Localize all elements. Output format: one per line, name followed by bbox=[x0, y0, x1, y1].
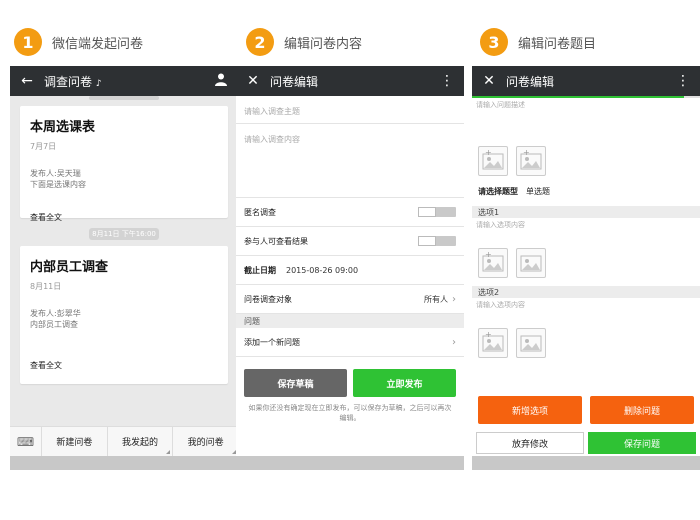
submenu-corner-icon bbox=[166, 450, 171, 454]
read-more-link[interactable]: 查看全文 bbox=[30, 360, 218, 371]
add-question-row[interactable]: 添加一个新问题 › bbox=[236, 328, 464, 357]
step-number: 2 bbox=[246, 28, 274, 56]
survey-card[interactable]: 内部员工调查 8月11日 发布人:彭翠华 内部员工调查 查看全文 bbox=[20, 246, 228, 384]
question-type-row[interactable]: 请选择题型 单选题 bbox=[472, 176, 700, 206]
card-date: 7月7日 bbox=[30, 142, 57, 151]
question-type-value: 单选题 bbox=[526, 186, 550, 196]
step-number: 1 bbox=[14, 28, 42, 56]
step-label: 编辑问卷内容 bbox=[284, 36, 363, 52]
step-number: 3 bbox=[480, 28, 508, 56]
target-row[interactable]: 问卷调查对象 所有人 › bbox=[236, 285, 464, 314]
survey-card[interactable]: 本周选课表 7月7日 发布人:吴天瑞 下面是选课内容 查看全文 bbox=[20, 106, 228, 222]
screen-title: 问卷编辑 bbox=[270, 74, 319, 89]
phone-survey-list: ← 调查问卷 ♪ 本周选课表 7月7日 发布人:吴天瑞 下面是选课内容 查看全文… bbox=[10, 66, 238, 470]
keyboard-icon[interactable]: ⌨ bbox=[10, 427, 42, 456]
tab-my-surveys[interactable]: 我的问卷 bbox=[173, 427, 238, 456]
add-image-icon[interactable]: + bbox=[478, 146, 508, 176]
bottom-strip bbox=[472, 456, 700, 470]
bottom-strip bbox=[10, 456, 238, 470]
svg-text:+: + bbox=[523, 148, 530, 157]
anonymous-label: 匿名调查 bbox=[244, 207, 276, 217]
add-image-icon[interactable]: + bbox=[478, 248, 508, 278]
card-title: 本周选课表 bbox=[30, 120, 96, 135]
participants-view-row: 参与人可查看结果 bbox=[236, 227, 464, 256]
phone-survey-edit: ✕ 问卷编辑 ⋮ 请输入调查主题 请输入调查内容 匿名调查 参与人可查看结果 截… bbox=[236, 66, 464, 470]
bottom-strip bbox=[236, 456, 464, 470]
deadline-label: 截止日期 bbox=[244, 265, 276, 275]
close-icon[interactable]: ✕ bbox=[480, 73, 498, 89]
ear-icon: ♪ bbox=[95, 78, 102, 89]
action-buttons: 保存草稿 立即发布 bbox=[236, 357, 464, 397]
add-image-icon[interactable]: + bbox=[516, 146, 546, 176]
question-description-input[interactable]: 请输入问题描述 bbox=[472, 98, 700, 110]
card-title: 内部员工调查 bbox=[30, 260, 109, 275]
save-draft-button[interactable]: 保存草稿 bbox=[244, 369, 347, 397]
deadline-value: 2015-08-26 09:00 bbox=[286, 265, 359, 275]
card-description: 内部员工调查 bbox=[30, 320, 78, 329]
phone-question-edit: ✕ 问卷编辑 ⋮ 请输入问题描述 + + 请选择题型 单选题 选项1 请输入选项… bbox=[472, 66, 700, 470]
anonymous-row: 匿名调查 bbox=[236, 198, 464, 227]
target-label: 问卷调查对象 bbox=[244, 294, 292, 304]
svg-text:+: + bbox=[485, 148, 492, 157]
deadline-row[interactable]: 截止日期 2015-08-26 09:00 bbox=[236, 256, 464, 285]
step-2-header: 2 编辑问卷内容 bbox=[246, 28, 362, 56]
more-menu-icon[interactable]: ⋮ bbox=[438, 73, 456, 89]
card-publisher: 发布人:吴天瑞 bbox=[30, 169, 81, 178]
option-content-input[interactable]: 请输入选项内容 bbox=[472, 298, 700, 310]
image-picker-row: + bbox=[472, 328, 700, 358]
tab-new-survey[interactable]: 新建问卷 bbox=[42, 427, 108, 456]
add-image-icon[interactable] bbox=[516, 248, 546, 278]
close-icon[interactable]: ✕ bbox=[244, 73, 262, 89]
add-option-button[interactable]: 新增选项 bbox=[478, 396, 582, 424]
option-actions: 新增选项 删除问题 bbox=[472, 396, 700, 424]
chevron-right-icon: › bbox=[452, 336, 456, 348]
read-more-link[interactable]: 查看全文 bbox=[30, 212, 218, 223]
card-publisher: 发布人:彭翠华 bbox=[30, 309, 81, 318]
question-footer: 放弃修改 保存问题 bbox=[472, 432, 700, 454]
top-bar: ← 调查问卷 ♪ bbox=[10, 66, 238, 96]
publish-button[interactable]: 立即发布 bbox=[353, 369, 456, 397]
chevron-right-icon: › bbox=[452, 293, 456, 305]
step-label: 微信端发起问卷 bbox=[52, 36, 144, 52]
anonymous-toggle[interactable] bbox=[418, 207, 456, 217]
card-date: 8月11日 bbox=[30, 282, 62, 291]
section-header: 问题 bbox=[236, 314, 464, 328]
step-1-header: 1 微信端发起问卷 bbox=[14, 28, 143, 56]
question-type-label: 请选择题型 bbox=[478, 186, 518, 196]
more-menu-icon[interactable]: ⋮ bbox=[674, 73, 692, 89]
screen-title: 调查问卷 ♪ bbox=[44, 74, 102, 89]
svg-text:+: + bbox=[485, 330, 492, 339]
save-question-button[interactable]: 保存问题 bbox=[588, 432, 696, 454]
add-image-icon[interactable]: + bbox=[478, 328, 508, 358]
top-bar: ✕ 问卷编辑 ⋮ bbox=[236, 66, 464, 96]
option-content-input[interactable]: 请输入选项内容 bbox=[472, 218, 700, 230]
add-image-icon[interactable] bbox=[516, 328, 546, 358]
screen-title: 问卷编辑 bbox=[506, 74, 555, 89]
profile-icon[interactable] bbox=[212, 72, 230, 90]
card-description: 下面是选课内容 bbox=[30, 180, 86, 189]
survey-content-input[interactable]: 请输入调查内容 bbox=[236, 124, 464, 198]
image-picker-row: + bbox=[472, 248, 700, 278]
time-badge: 8月11日 下午16:00 bbox=[89, 228, 159, 240]
survey-subject-input[interactable]: 请输入调查主题 bbox=[236, 96, 464, 124]
time-chip bbox=[89, 96, 159, 100]
step-label: 编辑问卷题目 bbox=[518, 36, 597, 52]
add-question-label: 添加一个新问题 bbox=[244, 337, 300, 347]
discard-changes-button[interactable]: 放弃修改 bbox=[476, 432, 584, 454]
back-arrow-icon[interactable]: ← bbox=[18, 73, 36, 89]
draft-hint-text: 如果你还没有确定现在立即发布，可以保存为草稿，之后可以再次编辑。 bbox=[248, 404, 452, 422]
participants-view-label: 参与人可查看结果 bbox=[244, 236, 308, 246]
tab-my-initiated[interactable]: 我发起的 bbox=[108, 427, 174, 456]
image-picker-row: + + bbox=[472, 146, 700, 176]
svg-text:+: + bbox=[485, 250, 492, 259]
delete-question-button[interactable]: 删除问题 bbox=[590, 396, 694, 424]
option-header: 选项1 bbox=[472, 206, 700, 218]
participants-view-toggle[interactable] bbox=[418, 236, 456, 246]
top-bar: ✕ 问卷编辑 ⋮ bbox=[472, 66, 700, 96]
option-header: 选项2 bbox=[472, 286, 700, 298]
bottom-tab-bar: ⌨ 新建问卷 我发起的 我的问卷 bbox=[10, 426, 238, 456]
target-value: 所有人 bbox=[424, 294, 448, 304]
step-3-header: 3 编辑问卷题目 bbox=[480, 28, 596, 56]
